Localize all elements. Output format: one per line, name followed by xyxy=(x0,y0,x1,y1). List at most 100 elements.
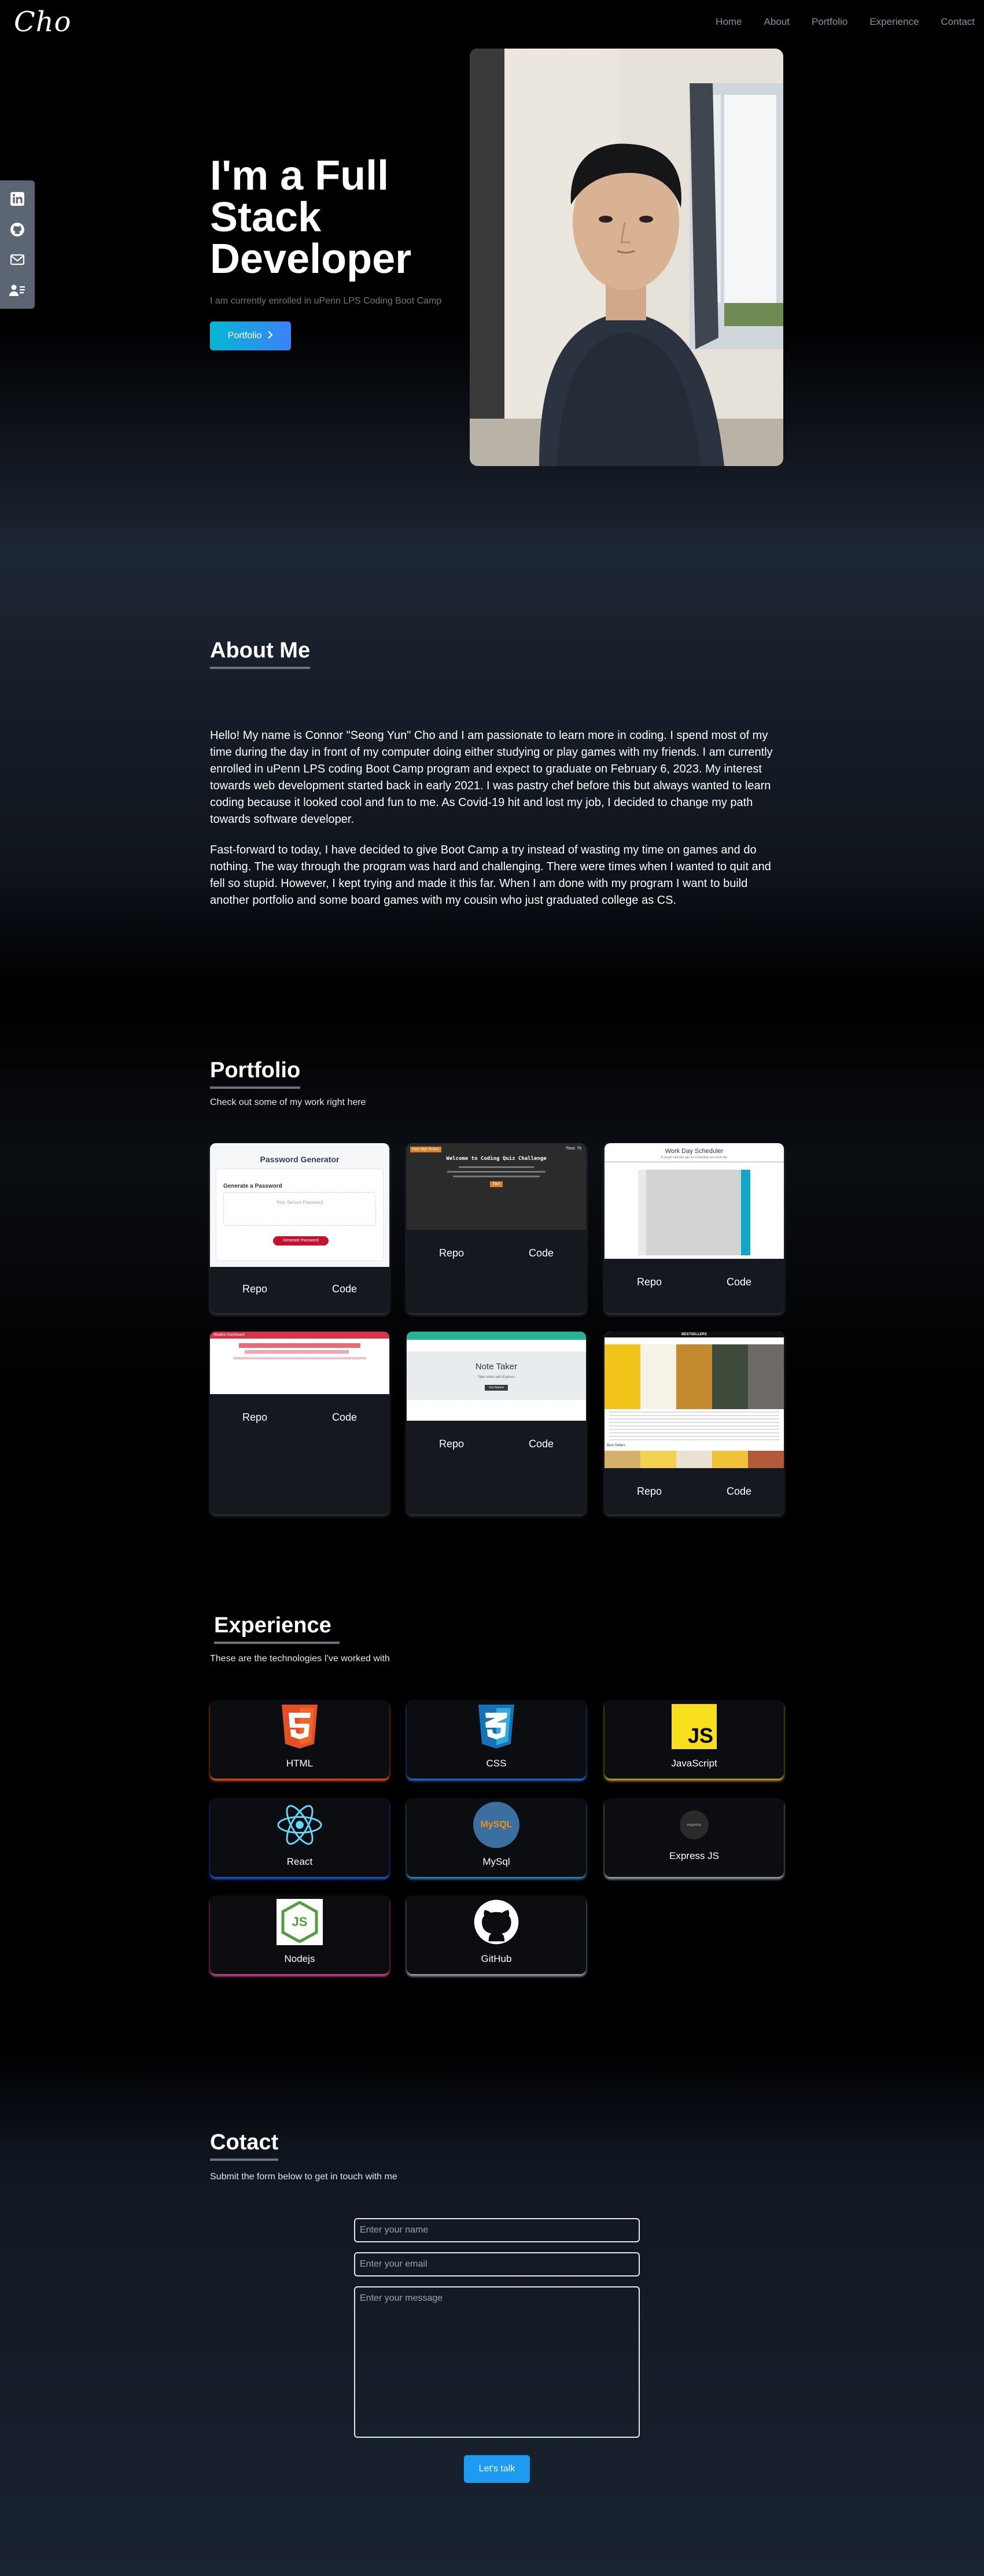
project-thumbnail[interactable]: Work Day Scheduler A simple calendar app… xyxy=(605,1143,784,1259)
card-links: Repo Code xyxy=(210,1283,389,1295)
thumb-button: Start xyxy=(490,1181,503,1187)
experience-card-express: express Express JS xyxy=(605,1798,784,1877)
github-icon xyxy=(473,1899,519,1945)
thumb-badge: View High Scores xyxy=(410,1147,441,1152)
page: Cho Home About Portfolio Experience Cont… xyxy=(0,0,984,2576)
portfolio-card-note-taker: Note Taker Take notes with Express Get S… xyxy=(407,1332,586,1514)
portfolio-card-password-generator: Password Generator Generate a Password Y… xyxy=(210,1143,389,1313)
express-icon: express xyxy=(671,1802,717,1848)
experience-title: Experience xyxy=(214,1613,340,1644)
nav-link-contact[interactable]: Contact xyxy=(941,16,975,28)
hero-title: I'm a Full Stack Developer xyxy=(210,153,412,282)
tech-label: JavaScript xyxy=(671,1758,717,1769)
nodejs-icon: JS xyxy=(277,1899,323,1945)
repo-link[interactable]: Repo xyxy=(439,1247,464,1259)
submit-button[interactable]: Let's talk xyxy=(464,2455,530,2483)
thumb-section: Best Sellers xyxy=(607,1444,626,1447)
javascript-icon: JS xyxy=(671,1703,717,1750)
nav-link-portfolio[interactable]: Portfolio xyxy=(812,16,847,28)
message-field[interactable] xyxy=(354,2286,640,2438)
portfolio-subtitle: Check out some of my work right here xyxy=(210,1097,366,1107)
project-thumbnail[interactable]: Password Generator Generate a Password Y… xyxy=(210,1143,389,1267)
profile-photo xyxy=(470,49,783,466)
thumb-text-lines xyxy=(609,1411,779,1442)
html5-icon xyxy=(277,1703,323,1750)
code-link[interactable]: Code xyxy=(529,1247,554,1259)
site-logo[interactable]: Cho xyxy=(14,6,72,38)
social-sidebar xyxy=(0,180,35,309)
repo-link[interactable]: Repo xyxy=(242,1283,267,1295)
thumb-book-cover xyxy=(605,1344,640,1409)
experience-card-react: React xyxy=(210,1798,389,1877)
thumb-label: Generate a Password xyxy=(223,1183,282,1189)
thumb-book-cover xyxy=(640,1344,676,1409)
tech-label: HTML xyxy=(286,1758,314,1769)
experience-card-html: HTML xyxy=(210,1700,389,1779)
tech-label: GitHub xyxy=(481,1953,512,1964)
thumb-book-row xyxy=(605,1451,784,1468)
experience-card-mysql: MySQL MySql xyxy=(407,1798,586,1877)
thumb-subtitle: A simple calendar app for scheduling you… xyxy=(661,1156,728,1159)
thumb-bar xyxy=(239,1343,360,1348)
code-link[interactable]: Code xyxy=(332,1411,357,1424)
code-link[interactable]: Code xyxy=(727,1485,751,1498)
chevron-right-icon xyxy=(267,330,273,342)
experience-subtitle: These are the technologies I've worked w… xyxy=(210,1654,390,1664)
about-paragraph: Hello! My name is Connor "Seong Yun" Cho… xyxy=(210,729,773,826)
nav-link-about[interactable]: About xyxy=(764,16,790,28)
thumb-subtitle: Take notes with Express xyxy=(477,1376,515,1379)
nav-link-home[interactable]: Home xyxy=(716,16,742,28)
thumb-title: Note Taker xyxy=(475,1362,518,1372)
nodejs-badge: JS xyxy=(292,1915,308,1929)
repo-link[interactable]: Repo xyxy=(439,1438,464,1450)
navbar: Cho Home About Portfolio Experience Cont… xyxy=(0,0,984,46)
nav-link-experience[interactable]: Experience xyxy=(869,16,919,28)
card-links: Repo Code xyxy=(605,1276,784,1288)
project-thumbnail[interactable]: Weather Dashboard xyxy=(210,1332,389,1394)
thumb-timer: Time: 75 xyxy=(566,1147,581,1151)
contact-subtitle: Submit the form below to get in touch wi… xyxy=(210,2172,397,2182)
code-link[interactable]: Code xyxy=(529,1438,554,1450)
tech-label: React xyxy=(286,1856,313,1867)
project-thumbnail[interactable]: BESTSELLERS Best Sellers xyxy=(605,1332,784,1468)
thumb-line xyxy=(447,1171,546,1173)
code-link[interactable]: Code xyxy=(332,1283,357,1295)
thumb-panel: Generate a Password Your Secure Password… xyxy=(216,1169,384,1261)
repo-link[interactable]: Repo xyxy=(637,1276,662,1288)
github-icon[interactable] xyxy=(9,221,26,238)
email-field[interactable] xyxy=(354,2252,640,2276)
mysql-badge: MySQL xyxy=(480,1820,513,1830)
thumb-button: Generate Password xyxy=(273,1236,329,1246)
tech-label: Express JS xyxy=(669,1850,719,1861)
thumb-line xyxy=(459,1166,534,1168)
thumb-title: Weather Dashboard xyxy=(210,1332,389,1339)
mail-icon[interactable] xyxy=(9,251,26,268)
experience-card-github: GitHub xyxy=(407,1895,586,1974)
react-icon xyxy=(277,1802,323,1848)
about-paragraph: Fast-forward to today, I have decided to… xyxy=(210,844,771,907)
repo-link[interactable]: Repo xyxy=(242,1411,267,1424)
experience-card-css: CSS xyxy=(407,1700,586,1779)
tech-label: MySql xyxy=(482,1856,510,1867)
hero-subtitle: I am currently enrolled in uPenn LPS Cod… xyxy=(210,296,442,306)
project-thumbnail[interactable]: View High Scores Time: 75 Welcome to Cod… xyxy=(407,1143,586,1230)
project-thumbnail[interactable]: Note Taker Take notes with Express Get S… xyxy=(407,1332,586,1421)
mysql-icon: MySQL xyxy=(473,1802,519,1848)
thumb-title: BESTSELLERS xyxy=(605,1332,784,1337)
repo-link[interactable]: Repo xyxy=(637,1485,662,1498)
experience-card-javascript: JS JavaScript xyxy=(605,1700,784,1779)
card-links: Repo Code xyxy=(605,1485,784,1498)
thumb-title: Password Generator xyxy=(260,1155,340,1164)
resume-icon[interactable] xyxy=(9,282,26,299)
thumb-book-cover xyxy=(676,1344,712,1409)
javascript-badge: JS xyxy=(687,1724,713,1747)
code-link[interactable]: Code xyxy=(727,1276,751,1288)
portfolio-button[interactable]: Portfolio xyxy=(210,321,291,350)
linkedin-icon[interactable] xyxy=(9,190,26,208)
tech-label: Nodejs xyxy=(284,1953,315,1964)
about-title: About Me xyxy=(210,638,311,669)
card-links: Repo Code xyxy=(407,1247,586,1259)
card-links: Repo Code xyxy=(407,1438,586,1450)
name-field[interactable] xyxy=(354,2218,640,2242)
thumb-button: Get Started xyxy=(485,1385,508,1391)
